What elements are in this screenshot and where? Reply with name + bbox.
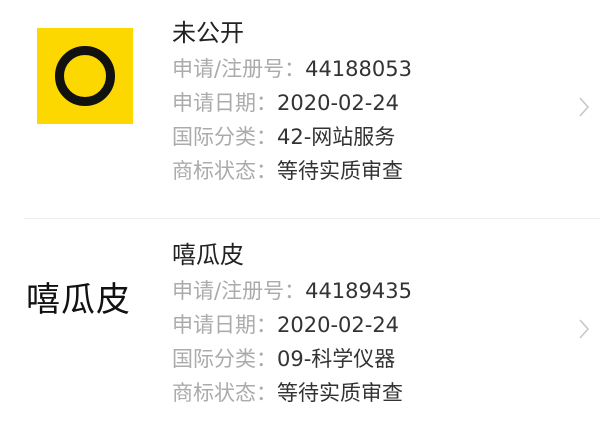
application-date-value: 2020-02-24 <box>277 91 400 115</box>
registration-number-label: 申请/注册号： <box>172 279 306 303</box>
trademark-name: 嘻瓜皮 <box>172 241 244 269</box>
registration-number-row: 申请/注册号：44189435 <box>172 274 412 308</box>
international-class-label: 国际分类： <box>172 125 277 149</box>
registration-number-value: 44189435 <box>305 279 412 303</box>
trademark-status-row: 商标状态：等待实质审查 <box>172 154 412 188</box>
chevron-right-icon <box>579 97 590 117</box>
trademark-list-item[interactable]: 嘻瓜皮 嘻瓜皮 申请/注册号：44189435 申请日期：2020-02-24 … <box>0 222 600 438</box>
international-class-value: 42-网站服务 <box>277 125 396 149</box>
application-date-label: 申请日期： <box>172 313 277 337</box>
trademark-name: 未公开 <box>172 19 244 47</box>
trademark-logo-image <box>37 28 133 124</box>
international-class-row: 国际分类：42-网站服务 <box>172 120 412 154</box>
trademark-status-value: 等待实质审查 <box>277 159 403 183</box>
trademark-list-item[interactable]: 未公开 申请/注册号：44188053 申请日期：2020-02-24 国际分类… <box>0 0 600 216</box>
registration-number-row: 申请/注册号：44188053 <box>172 52 412 86</box>
application-date-value: 2020-02-24 <box>277 313 400 337</box>
application-date-label: 申请日期： <box>172 91 277 115</box>
trademark-status-label: 商标状态： <box>172 159 277 183</box>
list-divider <box>24 218 600 219</box>
trademark-list: 未公开 申请/注册号：44188053 申请日期：2020-02-24 国际分类… <box>0 0 600 440</box>
trademark-status-value: 等待实质审查 <box>277 381 403 405</box>
trademark-status-label: 商标状态： <box>172 381 277 405</box>
trademark-text-logo: 嘻瓜皮 <box>26 280 131 320</box>
application-date-row: 申请日期：2020-02-24 <box>172 308 412 342</box>
trademark-status-row: 商标状态：等待实质审查 <box>172 376 412 410</box>
application-date-row: 申请日期：2020-02-24 <box>172 86 412 120</box>
international-class-row: 国际分类：09-科学仪器 <box>172 342 412 376</box>
ring-logo-icon <box>55 46 115 106</box>
international-class-label: 国际分类： <box>172 347 277 371</box>
international-class-value: 09-科学仪器 <box>277 347 396 371</box>
trademark-info: 嘻瓜皮 申请/注册号：44189435 申请日期：2020-02-24 国际分类… <box>172 236 412 410</box>
registration-number-value: 44188053 <box>305 57 412 81</box>
registration-number-label: 申请/注册号： <box>172 57 306 81</box>
trademark-info: 未公开 申请/注册号：44188053 申请日期：2020-02-24 国际分类… <box>172 14 412 188</box>
chevron-right-icon <box>579 319 590 339</box>
